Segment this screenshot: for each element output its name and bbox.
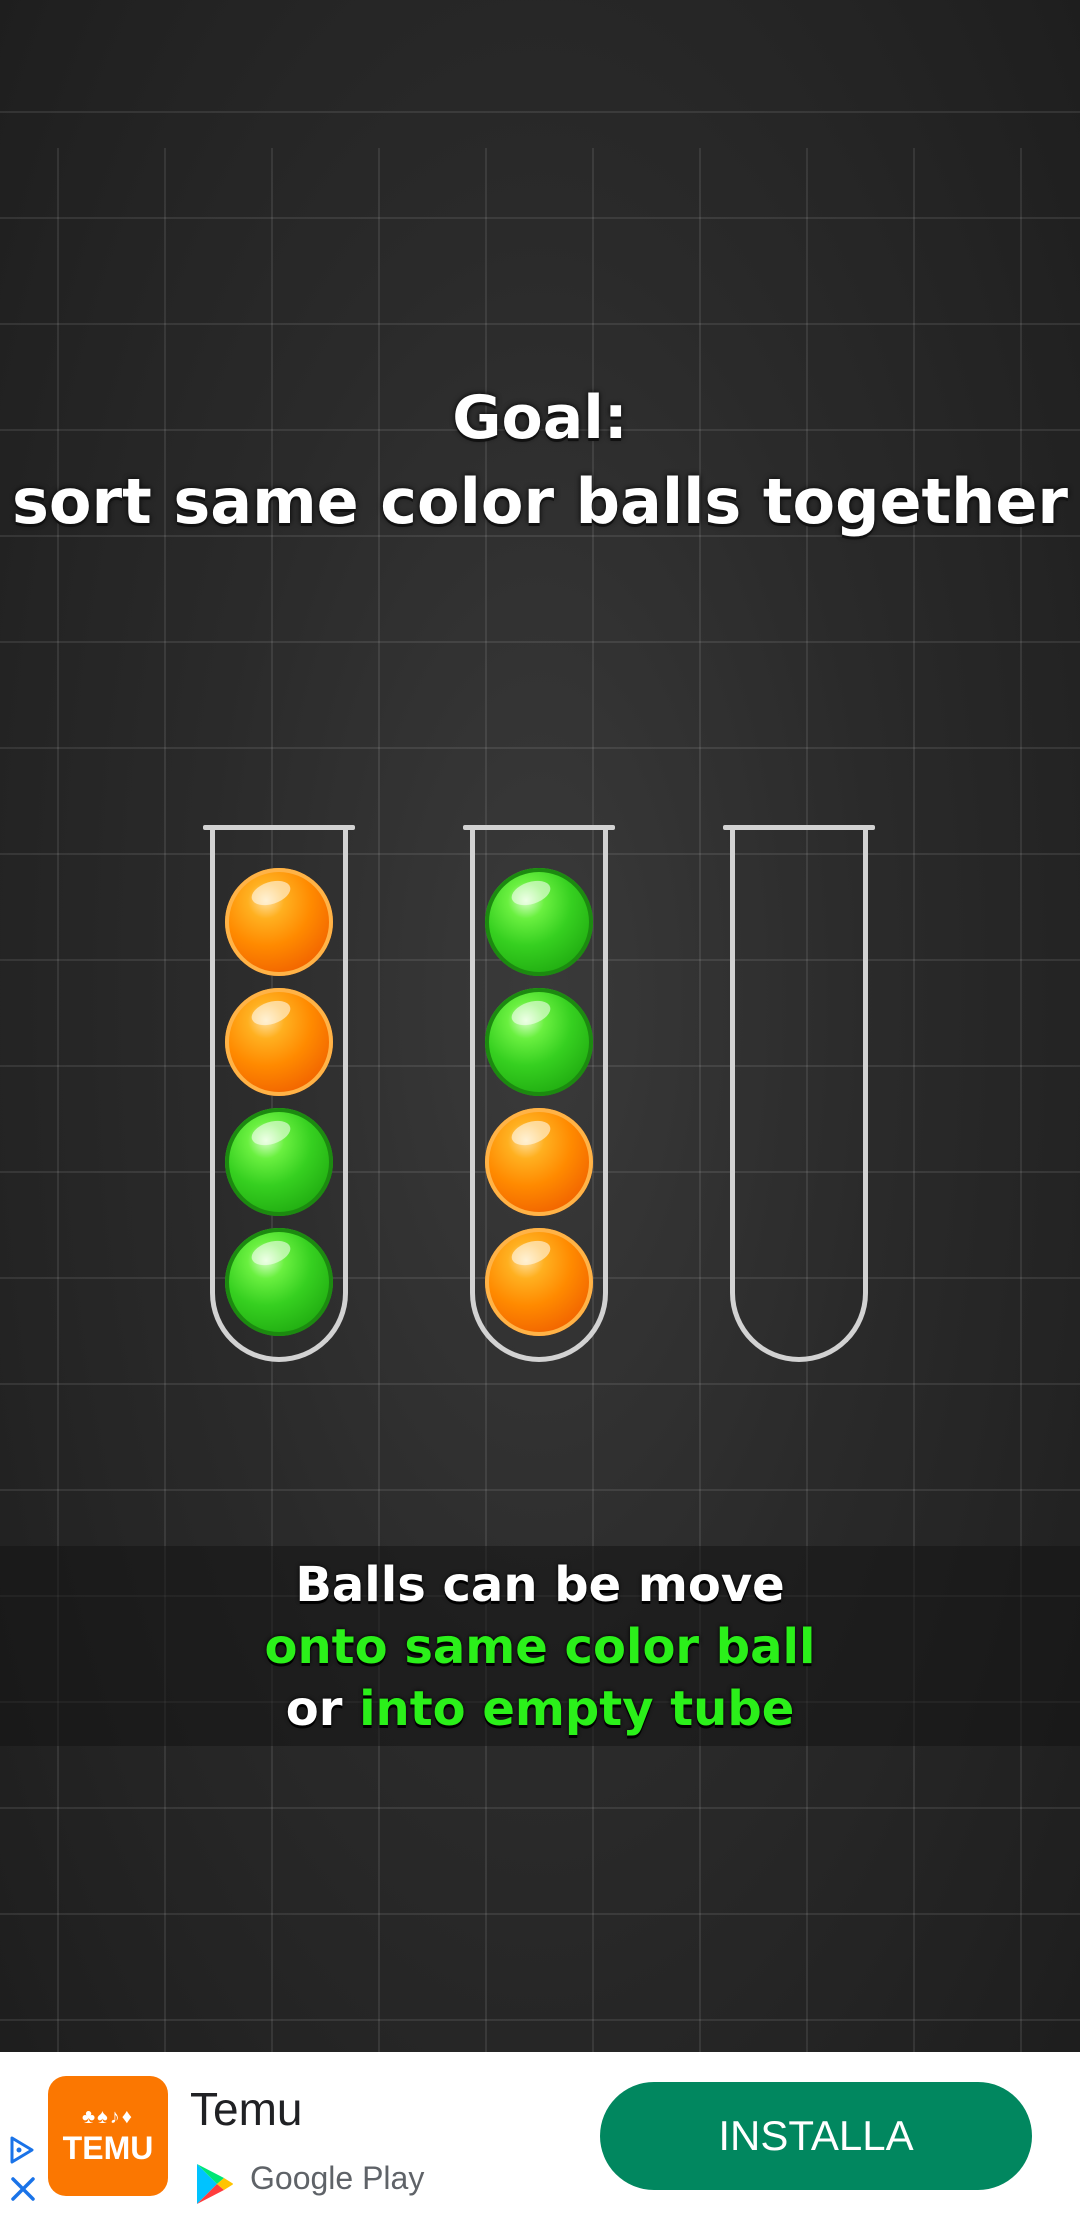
close-icon[interactable]	[8, 2174, 38, 2204]
hint-line-3: or into empty tube	[0, 1678, 1080, 1740]
hint-line-3-prefix: or	[285, 1681, 360, 1737]
orange-ball[interactable]	[225, 988, 333, 1096]
tube-board	[0, 820, 1080, 1380]
tube-rim	[463, 825, 615, 830]
temu-logo[interactable]: ♣♠♪♦ TEMU	[48, 2076, 168, 2196]
temu-logo-text: TEMU	[62, 2130, 154, 2166]
goal-title: Goal:	[452, 383, 628, 453]
green-ball[interactable]	[225, 1228, 333, 1336]
tube-1[interactable]	[203, 825, 355, 1362]
goal-subtitle: sort same color balls together	[12, 465, 1068, 538]
ad-app-name[interactable]: Temu	[190, 2082, 302, 2136]
install-button[interactable]: INSTALLA	[600, 2082, 1032, 2190]
google-play-icon	[197, 2164, 233, 2204]
tube-3[interactable]	[723, 825, 875, 1362]
hint-line-2: onto same color ball	[264, 1619, 816, 1675]
ad-banner[interactable]: ♣♠♪♦ TEMU Temu Google Play INSTALLA	[0, 2052, 1080, 2220]
hint-box: Balls can be move onto same color ball o…	[0, 1546, 1080, 1746]
orange-ball[interactable]	[485, 1108, 593, 1216]
orange-ball[interactable]	[485, 1228, 593, 1336]
adchoices-icon[interactable]	[6, 2134, 38, 2166]
tube-2[interactable]	[463, 825, 615, 1362]
hint-line-3-highlight: into empty tube	[359, 1681, 795, 1737]
ad-store-name: Google Play	[250, 2160, 425, 2196]
tube-rim	[203, 825, 355, 830]
tube-rim	[723, 825, 875, 830]
green-ball[interactable]	[225, 1108, 333, 1216]
orange-ball[interactable]	[225, 868, 333, 976]
hint-line-1: Balls can be move	[295, 1557, 785, 1613]
temu-logo-icons: ♣♠♪♦	[82, 2106, 134, 2128]
green-ball[interactable]	[485, 868, 593, 976]
green-ball[interactable]	[485, 988, 593, 1096]
game-screen: Goal: sort same color balls together Bal…	[0, 0, 1080, 2220]
